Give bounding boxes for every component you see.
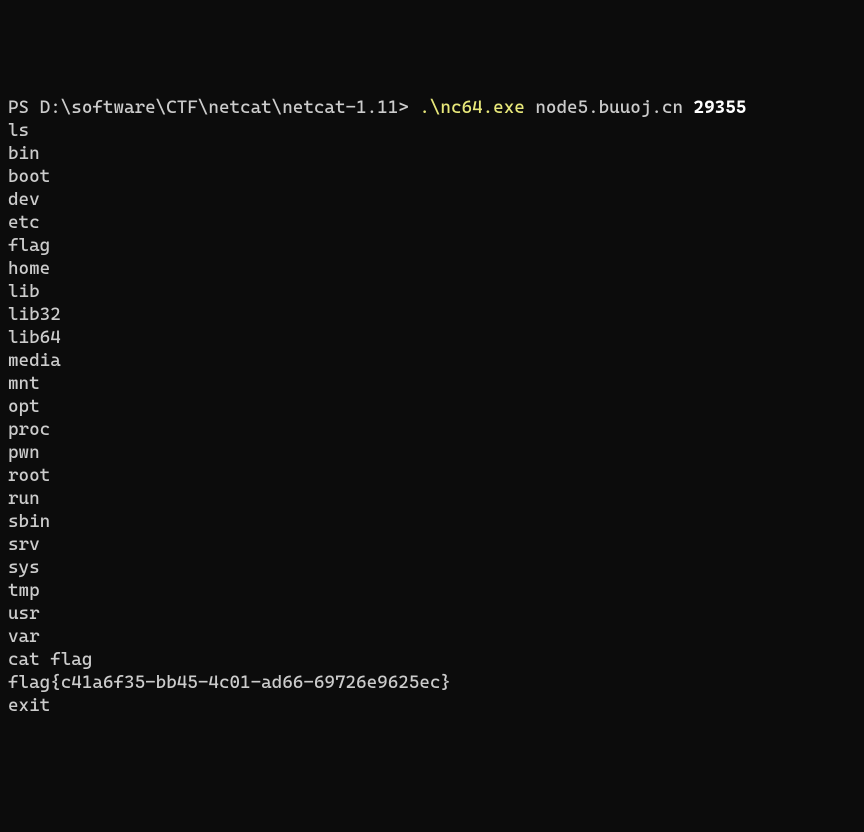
terminal-output-line: lib [8,280,856,303]
terminal-output-line: boot [8,165,856,188]
terminal-command-line[interactable]: PS D:\software\CTF\netcat\netcat-1.11> .… [8,96,856,119]
prompt-prefix: PS D:\software\CTF\netcat\netcat-1.11> [8,97,419,118]
terminal-output-line: cat flag [8,648,856,671]
terminal-output-line: run [8,487,856,510]
terminal-output-line: lib32 [8,303,856,326]
terminal-output-line: proc [8,418,856,441]
command-port: 29355 [694,97,747,118]
terminal-output-line: mnt [8,372,856,395]
terminal-output-line: var [8,625,856,648]
terminal-output-line: tmp [8,579,856,602]
terminal-output-line: pwn [8,441,856,464]
terminal-output-line: exit [8,694,856,717]
terminal-output-line: etc [8,211,856,234]
terminal-output-line: sbin [8,510,856,533]
terminal-output-line: media [8,349,856,372]
terminal-output-line: bin [8,142,856,165]
command-executable: .\nc64.exe [419,97,524,118]
terminal-output-line: root [8,464,856,487]
terminal-output-line: srv [8,533,856,556]
terminal-output-line: opt [8,395,856,418]
terminal-output-line: sys [8,556,856,579]
terminal-output-line: flag{c41a6f35-bb45-4c01-ad66-69726e9625e… [8,671,856,694]
terminal-output-line: usr [8,602,856,625]
terminal-output-line: flag [8,234,856,257]
terminal-output-line: dev [8,188,856,211]
terminal-output-line: lib64 [8,326,856,349]
terminal-output-line: ls [8,119,856,142]
terminal-output-line: home [8,257,856,280]
command-host: node5.buuoj.cn [525,97,694,118]
